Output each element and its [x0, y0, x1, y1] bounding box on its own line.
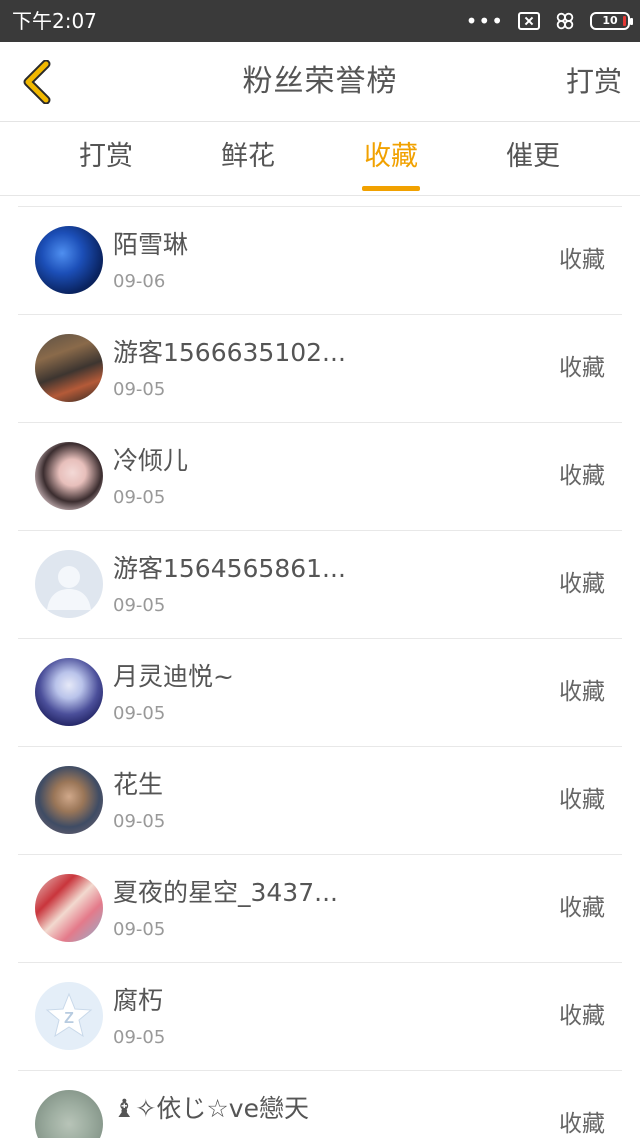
active-tab-indicator — [362, 186, 420, 191]
woman-portrait-avatar[interactable] — [35, 442, 103, 510]
fan-date: 09-05 — [113, 595, 166, 616]
qq-logo-avatar[interactable]: Z — [35, 982, 103, 1050]
fan-action: 收藏 — [559, 571, 605, 597]
fan-name: 月灵迪悦~ — [113, 662, 234, 691]
list-item[interactable]: 游客1566635102... 09-05 收藏 — [18, 314, 622, 422]
list-item[interactable]: Z 腐朽 09-05 收藏 — [18, 962, 622, 1070]
fan-action: 收藏 — [559, 787, 605, 813]
list-item[interactable]: 花生 09-05 收藏 — [18, 746, 622, 854]
clover-icon — [556, 12, 574, 30]
list-item[interactable]: 陌雪琳 09-06 收藏 — [18, 206, 622, 314]
fan-name: 腐朽 — [113, 986, 164, 1015]
fan-date: 09-05 — [113, 379, 166, 400]
list-item[interactable]: 冷倾儿 09-05 收藏 — [18, 422, 622, 530]
page-title: 粉丝荣誉榜 — [242, 64, 398, 99]
fan-list: 陌雪琳 09-06 收藏 游客1566635102... 09-05 收藏 冷倾… — [0, 206, 640, 1138]
fan-name: 陌雪琳 — [113, 230, 189, 259]
list-item[interactable]: 夏夜的星空_3437... 09-05 收藏 — [18, 854, 622, 962]
tab-flowers[interactable]: 鲜花 — [188, 140, 308, 174]
tab-reward[interactable]: 打赏 — [46, 140, 166, 174]
fan-action: 收藏 — [559, 355, 605, 381]
fan-name: 夏夜的星空_3437... — [113, 878, 338, 907]
list-item[interactable]: ♝✧依じ☆ve戀天 收藏 — [18, 1070, 622, 1138]
fan-name: 冷倾儿 — [113, 446, 189, 475]
more-dots-icon: ••• — [465, 9, 504, 33]
tab-bar: 打赏 鲜花 收藏 催更 — [0, 122, 640, 196]
list-item[interactable]: 游客1564565861... 09-05 收藏 — [18, 530, 622, 638]
status-time: 下午2:07 — [12, 9, 97, 33]
user-silhouette-icon — [47, 566, 91, 610]
fan-name: 游客1566635102... — [113, 338, 346, 367]
list-item[interactable]: 月灵迪悦~ 09-05 收藏 — [18, 638, 622, 746]
fan-date: 09-05 — [113, 811, 166, 832]
anime-girl-avatar[interactable] — [35, 658, 103, 726]
street-photo-avatar[interactable] — [35, 334, 103, 402]
fan-date: 09-05 — [113, 919, 166, 940]
fan-date: 09-05 — [113, 487, 166, 508]
star-logo-icon: Z — [45, 992, 93, 1038]
status-bar: 下午2:07 ••• 10 — [0, 0, 640, 42]
fan-date: 09-05 — [113, 703, 166, 724]
tab-collect[interactable]: 收藏 — [331, 140, 451, 174]
battery-icon: 10 — [590, 12, 633, 30]
sim-off-icon — [518, 12, 540, 30]
fan-date: 09-05 — [113, 1027, 166, 1048]
svg-text:Z: Z — [64, 1010, 74, 1027]
sketch-avatar[interactable] — [35, 1090, 103, 1138]
fan-date: 09-06 — [113, 271, 166, 292]
tab-urge[interactable]: 催更 — [473, 140, 593, 174]
girl-selfie-avatar[interactable] — [35, 874, 103, 942]
battery-level: 10 — [602, 14, 618, 27]
fan-action: 收藏 — [559, 1111, 605, 1137]
galaxy-avatar[interactable] — [35, 226, 103, 294]
status-icons: ••• 10 — [465, 8, 633, 34]
default-user-avatar[interactable] — [35, 550, 103, 618]
header: 粉丝荣誉榜 打赏 — [0, 42, 640, 122]
fan-action: 收藏 — [559, 247, 605, 273]
fan-action: 收藏 — [559, 895, 605, 921]
reward-button[interactable]: 打赏 — [566, 64, 622, 100]
fan-name: 花生 — [113, 770, 164, 799]
fan-action: 收藏 — [559, 679, 605, 705]
fan-action: 收藏 — [559, 1003, 605, 1029]
fan-name: ♝✧依じ☆ve戀天 — [113, 1094, 309, 1123]
warrior-avatar[interactable] — [35, 766, 103, 834]
fan-action: 收藏 — [559, 463, 605, 489]
fan-name: 游客1564565861... — [113, 554, 346, 583]
